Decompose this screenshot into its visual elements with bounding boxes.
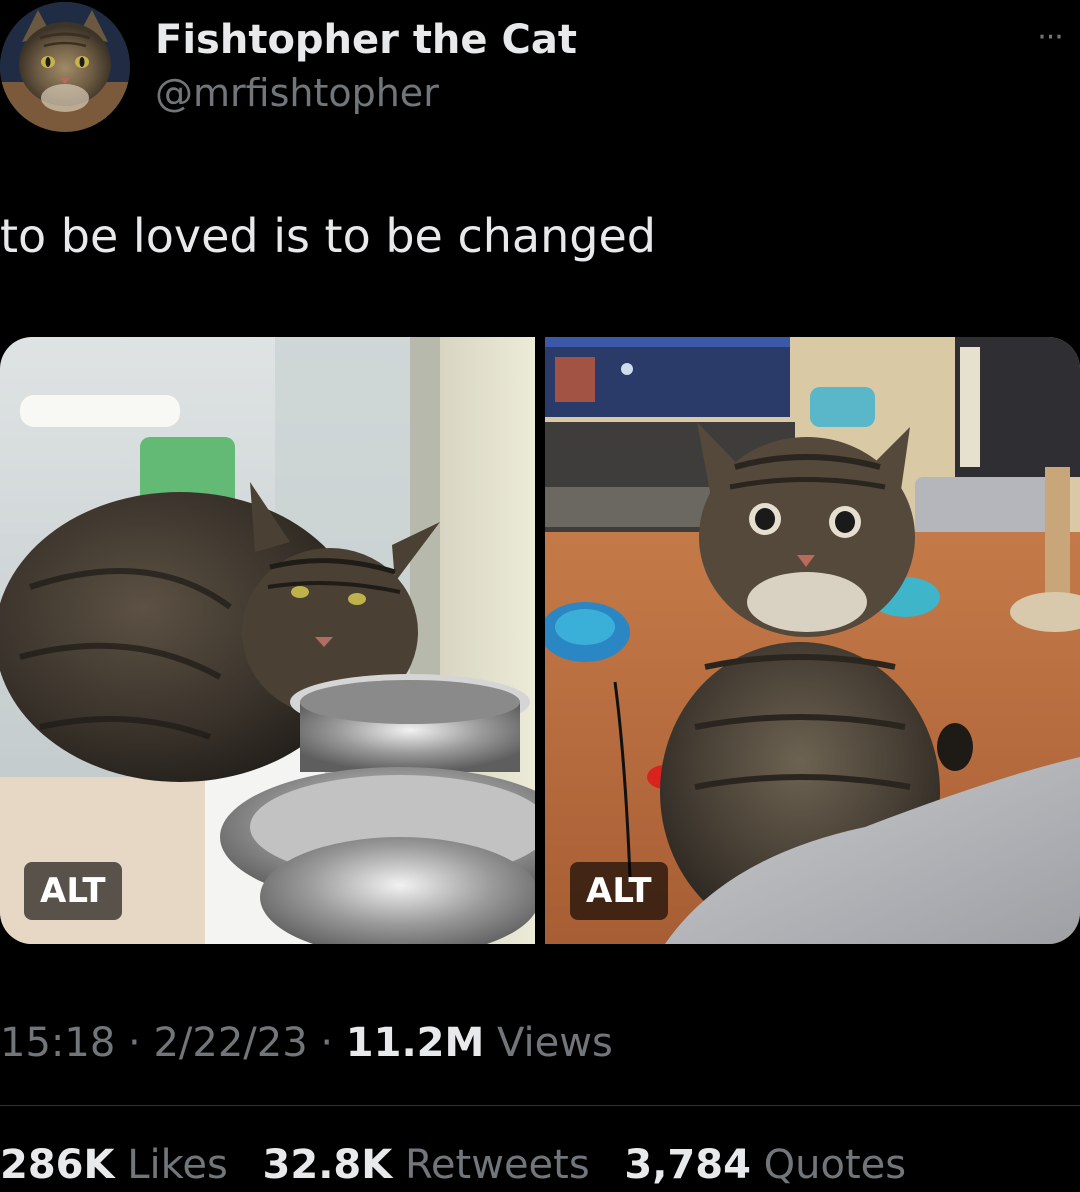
cat-at-home-photo bbox=[545, 337, 1080, 944]
views-count: 11.2M bbox=[345, 1020, 485, 1066]
quotes-count: 3,784 bbox=[624, 1142, 751, 1188]
quotes-label: Quotes bbox=[763, 1142, 907, 1188]
avatar-cat-photo bbox=[0, 2, 130, 132]
views-label: Views bbox=[497, 1020, 613, 1066]
media-image-2[interactable]: ALT bbox=[545, 337, 1080, 944]
avatar[interactable] bbox=[0, 2, 130, 132]
tweet-meta: 15:18 · 2/22/23 · 11.2M Views bbox=[0, 1016, 613, 1070]
meta-separator: · bbox=[320, 1020, 334, 1066]
tweet-date[interactable]: 2/22/23 bbox=[153, 1020, 307, 1066]
retweets-label: Retweets bbox=[404, 1142, 590, 1188]
meta-separator: · bbox=[128, 1020, 141, 1066]
divider bbox=[0, 1105, 1080, 1106]
tweet-text: to be loved is to be changed bbox=[0, 209, 656, 263]
author-display-name[interactable]: Fishtopher the Cat bbox=[155, 14, 577, 66]
media-image-1[interactable]: ALT bbox=[0, 337, 535, 944]
engagement-stats: 286K Likes 32.8K Retweets 3,784 Quotes bbox=[0, 1138, 928, 1192]
quotes-stat[interactable]: 3,784 Quotes bbox=[624, 1138, 906, 1192]
alt-text-badge[interactable]: ALT bbox=[24, 862, 122, 920]
likes-count: 286K bbox=[0, 1142, 115, 1188]
more-horizontal-icon[interactable]: ··· bbox=[1028, 18, 1072, 58]
likes-stat[interactable]: 286K Likes bbox=[0, 1138, 228, 1192]
author-handle[interactable]: @mrfishtopher bbox=[155, 68, 439, 118]
likes-label: Likes bbox=[127, 1142, 228, 1188]
retweets-count: 32.8K bbox=[262, 1142, 393, 1188]
alt-text-badge[interactable]: ALT bbox=[570, 862, 668, 920]
cat-at-shelter-photo bbox=[0, 337, 535, 944]
tweet-time[interactable]: 15:18 bbox=[0, 1020, 115, 1066]
retweets-stat[interactable]: 32.8K Retweets bbox=[263, 1138, 590, 1192]
